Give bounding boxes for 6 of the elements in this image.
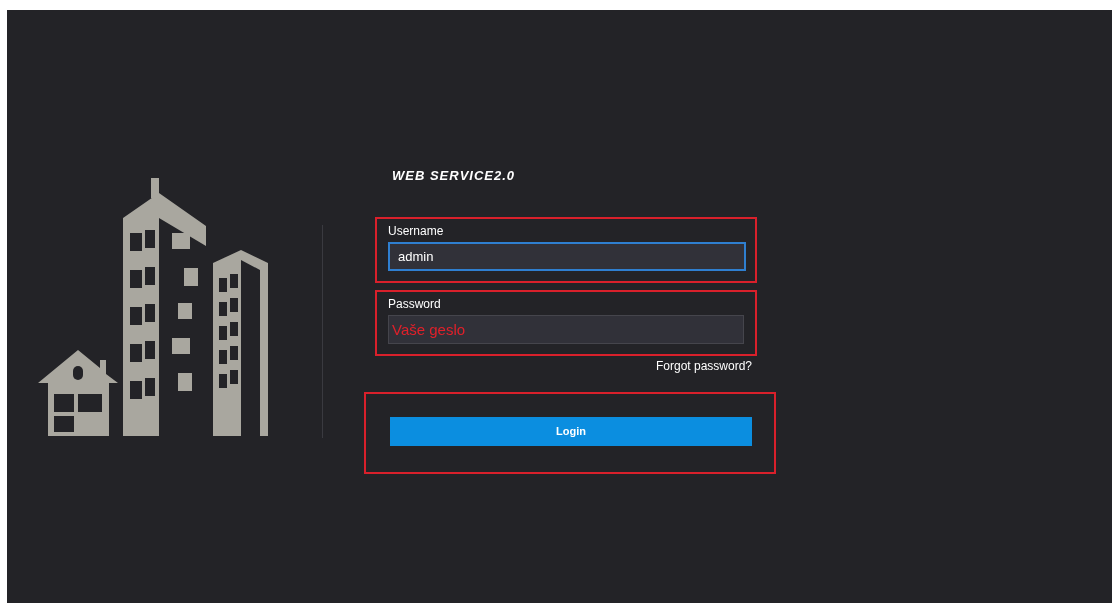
login-button[interactable]: Login xyxy=(390,417,752,446)
field-label: Username xyxy=(388,223,444,239)
username-field[interactable]: admin xyxy=(388,242,746,271)
app-title: WEB SERVICE2.0 xyxy=(392,168,516,184)
forgot-password-link[interactable]: Forgot password? xyxy=(655,359,752,373)
field-label: Password xyxy=(388,296,441,312)
